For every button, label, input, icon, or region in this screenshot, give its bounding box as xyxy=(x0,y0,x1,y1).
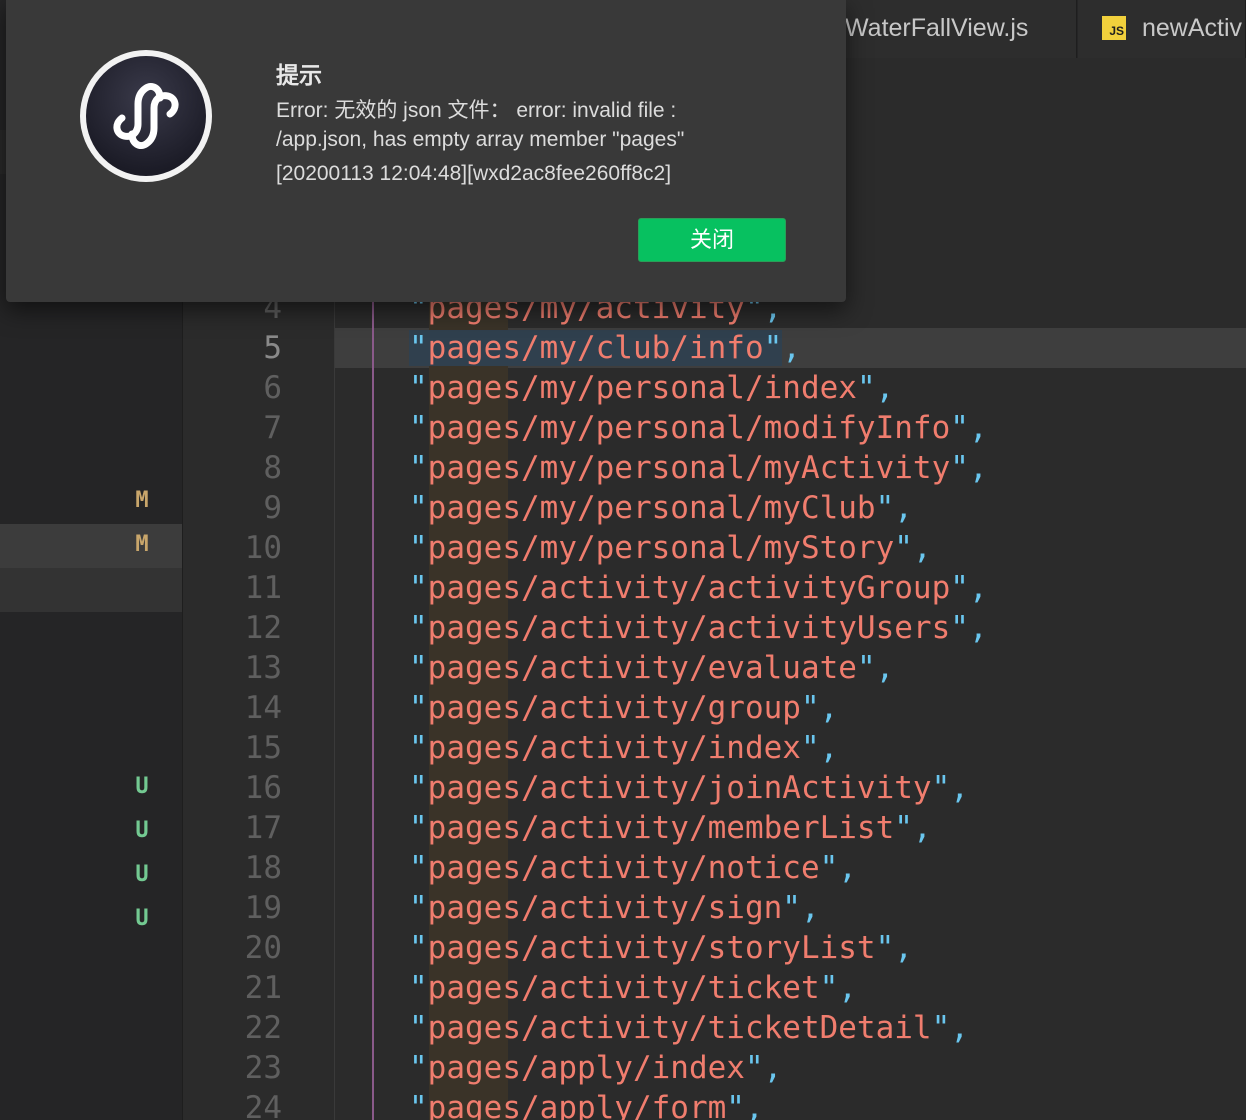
dialog-message-line: Error: 无效的 json 文件： error: invalid file … xyxy=(276,99,677,122)
string-literal: pages/my/personal/myStory xyxy=(427,530,895,566)
line-number: 23 xyxy=(244,1050,282,1086)
code-line: 5 "pages/my/club/info", xyxy=(183,328,1246,368)
code-line: 17 "pages/activity/memberList", xyxy=(183,808,1246,848)
line-number: 13 xyxy=(244,650,282,686)
string-literal: pages/activity/notice xyxy=(427,850,820,886)
code-line: 20 "pages/activity/storyList", xyxy=(183,928,1246,968)
string-literal: pages/my/personal/modifyInfo xyxy=(427,410,951,446)
error-dialog: 提示 Error: 无效的 json 文件： error: invalid fi… xyxy=(6,0,846,302)
code-line: 23 "pages/apply/index", xyxy=(183,1048,1246,1088)
string-literal: pages/my/club/info xyxy=(427,330,764,366)
string-literal: pages/activity/joinActivity xyxy=(427,770,932,806)
git-untracked-badge: U xyxy=(135,818,149,843)
string-literal: pages/activity/ticket xyxy=(427,970,820,1006)
code-text: "pages/apply/index", xyxy=(409,1050,783,1086)
string-literal: pages/apply/index xyxy=(427,1050,745,1086)
line-number: 5 xyxy=(263,330,282,366)
string-literal: pages/my/personal/myActivity xyxy=(427,450,951,486)
mini-program-logo-icon xyxy=(80,50,212,182)
code-line: 8 "pages/my/personal/myActivity", xyxy=(183,448,1246,488)
code-text: "pages/my/personal/myStory", xyxy=(409,530,932,566)
string-literal: pages/activity/sign xyxy=(427,890,783,926)
code-lines: 4 "pages/my/activity", 5 "pages/my/club/inf… xyxy=(183,288,1246,1120)
code-line: 21 "pages/activity/ticket", xyxy=(183,968,1246,1008)
code-line: 12 "pages/activity/activityUsers", xyxy=(183,608,1246,648)
line-number: 15 xyxy=(244,730,282,766)
line-number: 10 xyxy=(244,530,282,566)
string-literal: pages/my/personal/index xyxy=(427,370,857,406)
line-number: 19 xyxy=(244,890,282,926)
code-line: 10 "pages/my/personal/myStory", xyxy=(183,528,1246,568)
string-literal: pages/activity/index xyxy=(427,730,801,766)
string-literal: pages/activity/group xyxy=(427,690,801,726)
code-line: 14 "pages/activity/group", xyxy=(183,688,1246,728)
line-number: 14 xyxy=(244,690,282,726)
line-number: 11 xyxy=(244,570,282,606)
tab-label: newActiv xyxy=(1142,14,1243,42)
js-file-icon: JS xyxy=(1102,16,1126,40)
line-number: 12 xyxy=(244,610,282,646)
string-literal: pages/activity/memberList xyxy=(427,810,895,846)
line-number: 8 xyxy=(263,450,282,486)
code-text: "pages/activity/notice", xyxy=(409,850,857,886)
dialog-message-line: [20200113 12:04:48][wxd2ac8fee260ff8c2] xyxy=(276,162,672,185)
code-text: "pages/activity/storyList", xyxy=(409,930,913,966)
code-text: "pages/activity/ticketDetail", xyxy=(409,1010,969,1046)
string-literal: pages/activity/activityGroup xyxy=(427,570,951,606)
line-number: 6 xyxy=(263,370,282,406)
code-line: 13 "pages/activity/evaluate", xyxy=(183,648,1246,688)
code-line: 22 "pages/activity/ticketDetail", xyxy=(183,1008,1246,1048)
explorer-row[interactable] xyxy=(0,568,182,612)
code-text: "pages/activity/activityUsers", xyxy=(409,610,988,646)
code-line: 6 "pages/my/personal/index", xyxy=(183,368,1246,408)
code-text: "pages/activity/index", xyxy=(409,730,839,766)
dialog-message-line: /app.json, has empty array member "pages… xyxy=(276,128,685,151)
string-literal: pages/activity/ticketDetail xyxy=(427,1010,932,1046)
code-text: "pages/activity/evaluate", xyxy=(409,650,895,686)
line-number: 7 xyxy=(263,410,282,446)
dialog-title: 提示 xyxy=(276,62,322,88)
code-text: "pages/activity/group", xyxy=(409,690,839,726)
code-text: "pages/my/personal/index", xyxy=(409,370,895,406)
code-line: 15 "pages/activity/index", xyxy=(183,728,1246,768)
git-untracked-badge: U xyxy=(135,774,149,799)
line-number: 16 xyxy=(244,770,282,806)
line-number: 20 xyxy=(244,930,282,966)
git-untracked-badge: U xyxy=(135,906,149,931)
code-line: 24 "pages/apply/form", xyxy=(183,1088,1246,1120)
string-literal: pages/apply/form xyxy=(427,1090,727,1120)
code-text: "pages/activity/memberList", xyxy=(409,810,932,846)
code-text: "pages/activity/ticket", xyxy=(409,970,857,1006)
string-literal: pages/activity/storyList xyxy=(427,930,876,966)
line-number: 24 xyxy=(244,1090,282,1120)
close-button[interactable]: 关闭 xyxy=(638,218,786,262)
code-text: "pages/my/personal/myClub", xyxy=(409,490,913,526)
code-line: 11 "pages/activity/activityGroup", xyxy=(183,568,1246,608)
code-text: "pages/activity/sign", xyxy=(409,890,820,926)
git-modified-badge: M xyxy=(135,532,149,557)
string-literal: pages/activity/evaluate xyxy=(427,650,857,686)
string-literal: pages/activity/activityUsers xyxy=(427,610,951,646)
code-line: 19 "pages/activity/sign", xyxy=(183,888,1246,928)
code-text: "pages/apply/form", xyxy=(409,1088,764,1120)
line-number: 22 xyxy=(244,1010,282,1046)
code-line: 16 "pages/activity/joinActivity", xyxy=(183,768,1246,808)
line-number: 17 xyxy=(244,810,282,846)
code-text: "pages/my/personal/modifyInfo", xyxy=(409,410,988,446)
git-modified-badge: M xyxy=(135,488,149,513)
git-untracked-badge: U xyxy=(135,862,149,887)
code-line: 7 "pages/my/personal/modifyInfo", xyxy=(183,408,1246,448)
line-number: 18 xyxy=(244,850,282,886)
code-line: 18 "pages/activity/notice", xyxy=(183,848,1246,888)
code-text: "pages/activity/joinActivity", xyxy=(409,770,969,806)
tab-newactivity[interactable]: JS newActiv xyxy=(1078,0,1246,58)
code-line: 9 "pages/my/personal/myClub", xyxy=(183,488,1246,528)
code-text: "pages/my/personal/myActivity", xyxy=(409,450,988,486)
tab-label: WaterFallView.js xyxy=(845,14,1029,42)
code-text: "pages/my/club/info", xyxy=(409,330,801,366)
line-number: 21 xyxy=(244,970,282,1006)
code-text: "pages/activity/activityGroup", xyxy=(409,570,988,606)
line-number: 9 xyxy=(263,490,282,526)
string-literal: pages/my/personal/myClub xyxy=(427,490,876,526)
